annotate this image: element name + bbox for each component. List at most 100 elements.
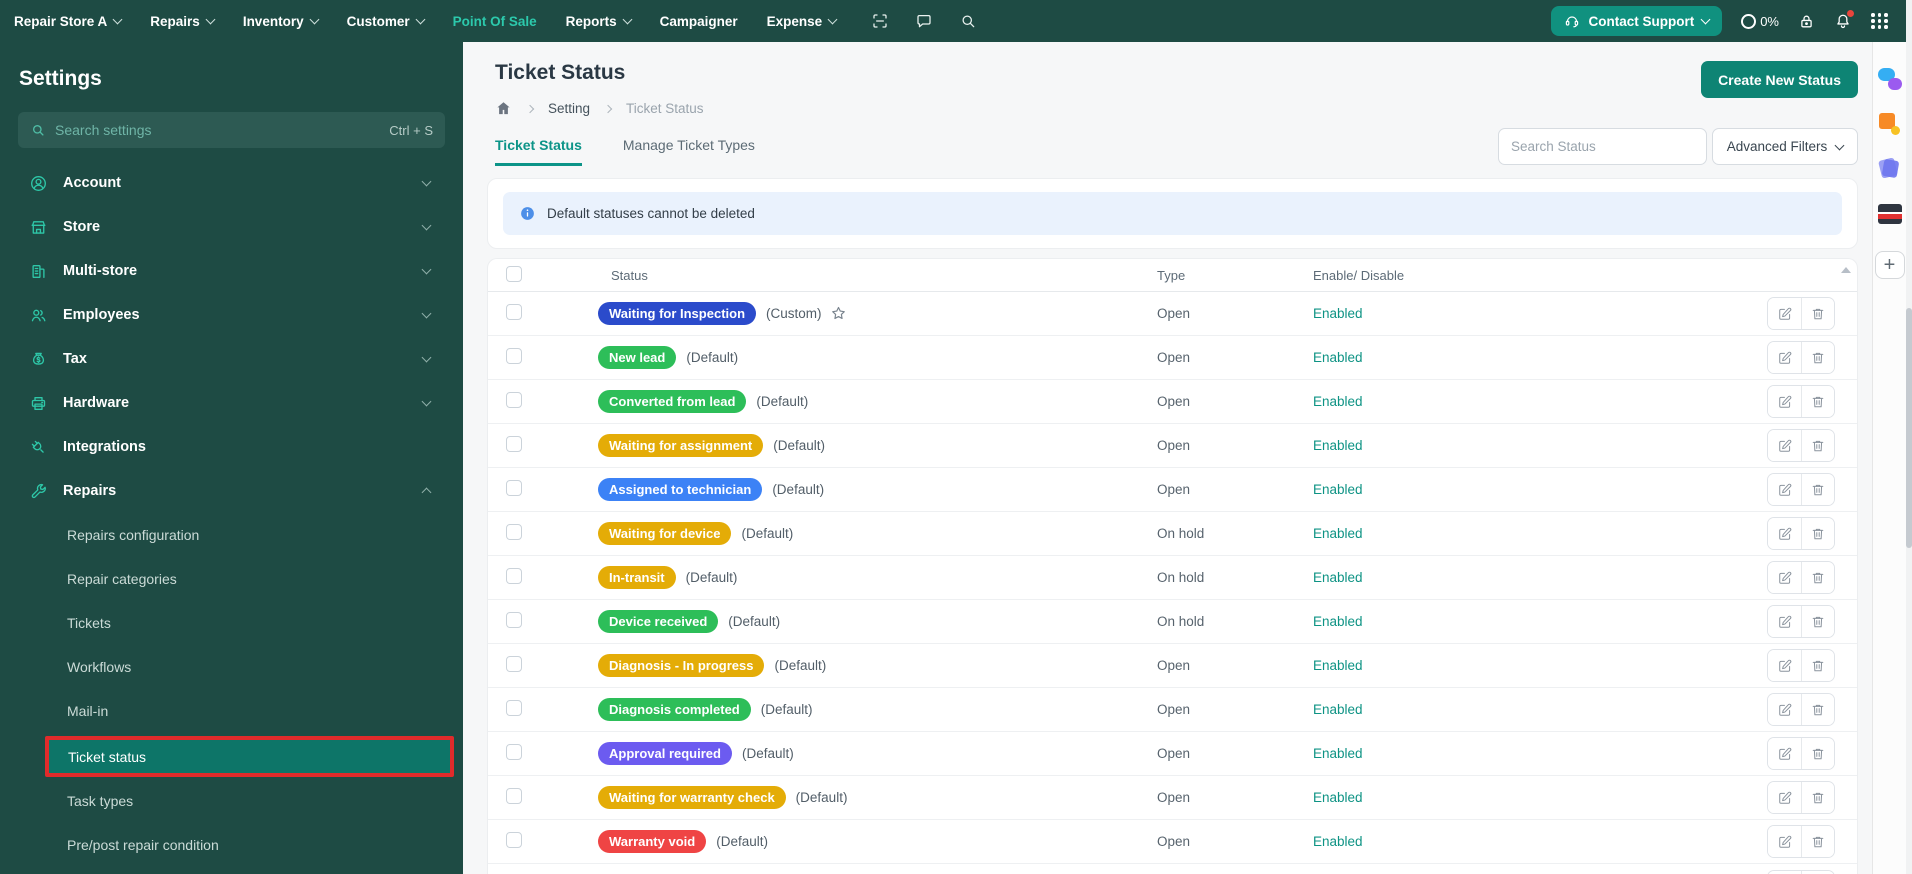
enabled-toggle-link[interactable]: Enabled (1313, 394, 1363, 409)
edit-button[interactable] (1768, 562, 1801, 593)
sidebar-item[interactable]: Employees (0, 293, 463, 337)
apps-grid-icon[interactable] (1871, 13, 1888, 29)
star-icon[interactable] (829, 304, 848, 323)
delete-button[interactable] (1801, 430, 1834, 461)
tab[interactable]: Manage Ticket Types (623, 137, 755, 166)
table-scroll-up-arrow[interactable] (1841, 267, 1851, 273)
enabled-toggle-link[interactable]: Enabled (1313, 746, 1363, 761)
row-checkbox[interactable] (506, 304, 522, 320)
cards-extension-icon[interactable] (1877, 156, 1903, 182)
row-checkbox[interactable] (506, 524, 522, 540)
sidebar-item[interactable]: Integrations (0, 425, 463, 469)
delete-button[interactable] (1801, 650, 1834, 681)
nav-menu-item[interactable]: Inventory (243, 14, 320, 29)
edit-button[interactable] (1768, 474, 1801, 505)
delete-button[interactable] (1801, 826, 1834, 857)
nav-menu-item[interactable]: Repair Store A (14, 14, 123, 29)
home-icon[interactable] (495, 100, 512, 117)
edit-button[interactable] (1768, 342, 1801, 373)
tab[interactable]: Ticket Status (495, 137, 582, 166)
search-icon[interactable] (959, 12, 977, 30)
delete-button[interactable] (1801, 518, 1834, 549)
delete-button[interactable] (1801, 562, 1834, 593)
sidebar-subitem[interactable]: Ticket status (45, 736, 454, 777)
edit-button[interactable] (1768, 430, 1801, 461)
row-checkbox[interactable] (506, 832, 522, 848)
enabled-toggle-link[interactable]: Enabled (1313, 790, 1363, 805)
sidebar-subitem[interactable]: Repair categories (0, 557, 463, 601)
row-checkbox[interactable] (506, 568, 522, 584)
sidebar-item[interactable]: Tax (0, 337, 463, 381)
sidebar-subitem[interactable]: Task types (0, 779, 463, 823)
sidebar-item[interactable]: Hardware (0, 381, 463, 425)
edit-button[interactable] (1768, 386, 1801, 417)
advanced-filters-dropdown[interactable]: Advanced Filters (1712, 128, 1858, 165)
edit-button[interactable] (1768, 606, 1801, 637)
enabled-toggle-link[interactable]: Enabled (1313, 482, 1363, 497)
sidebar-subitem[interactable]: Pre/post repair condition (0, 823, 463, 867)
nav-menu-item[interactable]: Point Of Sale (453, 14, 537, 29)
delete-button[interactable] (1801, 782, 1834, 813)
delete-button[interactable] (1801, 342, 1834, 373)
sidebar-item[interactable]: Repairs (0, 469, 463, 513)
progress-ring[interactable]: 0% (1741, 13, 1779, 29)
sidebar-subitem[interactable]: Workflows (0, 645, 463, 689)
enabled-toggle-link[interactable]: Enabled (1313, 350, 1363, 365)
sidebar-subitem[interactable]: Tickets (0, 601, 463, 645)
enabled-toggle-link[interactable]: Enabled (1313, 306, 1363, 321)
select-all-checkbox[interactable] (506, 265, 522, 282)
scan-icon[interactable] (871, 12, 889, 30)
delete-button[interactable] (1801, 474, 1834, 505)
row-checkbox[interactable] (506, 348, 522, 364)
nav-menu-item[interactable]: Campaigner (660, 14, 738, 29)
row-checkbox[interactable] (506, 788, 522, 804)
nav-menu-item[interactable]: Customer (347, 14, 426, 29)
enabled-toggle-link[interactable]: Enabled (1313, 570, 1363, 585)
create-new-status-button[interactable]: Create New Status (1701, 61, 1858, 98)
edit-button[interactable] (1768, 650, 1801, 681)
enabled-toggle-link[interactable]: Enabled (1313, 702, 1363, 717)
enabled-toggle-link[interactable]: Enabled (1313, 526, 1363, 541)
row-checkbox[interactable] (506, 480, 522, 496)
scrollbar-thumb[interactable] (1906, 308, 1912, 548)
delete-button[interactable] (1801, 386, 1834, 417)
breadcrumb-setting-link[interactable]: Setting (548, 101, 590, 116)
row-checkbox[interactable] (506, 612, 522, 628)
delete-button[interactable] (1801, 694, 1834, 725)
sidebar-item[interactable]: Account (0, 161, 463, 205)
edit-button[interactable] (1768, 518, 1801, 549)
nav-menu-item[interactable]: Repairs (150, 14, 216, 29)
contact-support-button[interactable]: Contact Support (1551, 6, 1723, 36)
edit-button[interactable] (1768, 694, 1801, 725)
search-status-input[interactable] (1498, 128, 1707, 165)
chat-bubbles-extension-icon[interactable] (1877, 66, 1903, 92)
enabled-toggle-link[interactable]: Enabled (1313, 834, 1363, 849)
sidebar-subitem[interactable]: Mail-in (0, 689, 463, 733)
edit-button[interactable] (1768, 298, 1801, 329)
enabled-toggle-link[interactable]: Enabled (1313, 614, 1363, 629)
delete-button[interactable] (1801, 298, 1834, 329)
row-checkbox[interactable] (506, 656, 522, 672)
edit-button[interactable] (1768, 738, 1801, 769)
add-extension-button[interactable]: + (1874, 251, 1905, 279)
row-checkbox[interactable] (506, 744, 522, 760)
sidebar-item[interactable]: Store (0, 205, 463, 249)
delete-button[interactable] (1801, 738, 1834, 769)
nav-menu-item[interactable]: Expense (767, 14, 838, 29)
chat-icon[interactable] (915, 12, 933, 30)
lock-icon[interactable] (1798, 13, 1815, 30)
search-settings-input[interactable] (55, 122, 381, 138)
delete-button[interactable] (1801, 606, 1834, 637)
nav-menu-item[interactable]: Reports (566, 14, 633, 29)
row-checkbox[interactable] (506, 436, 522, 452)
notifications-bell[interactable] (1834, 10, 1854, 30)
edit-button[interactable] (1768, 826, 1801, 857)
enabled-toggle-link[interactable]: Enabled (1313, 438, 1363, 453)
shapes-extension-icon[interactable] (1877, 111, 1903, 137)
row-checkbox[interactable] (506, 700, 522, 716)
sidebar-subitem[interactable]: Repairs configuration (0, 513, 463, 557)
sidebar-search[interactable]: Ctrl + S (18, 112, 445, 148)
sidebar-item[interactable]: Multi-store (0, 249, 463, 293)
edit-button[interactable] (1768, 782, 1801, 813)
enabled-toggle-link[interactable]: Enabled (1313, 658, 1363, 673)
